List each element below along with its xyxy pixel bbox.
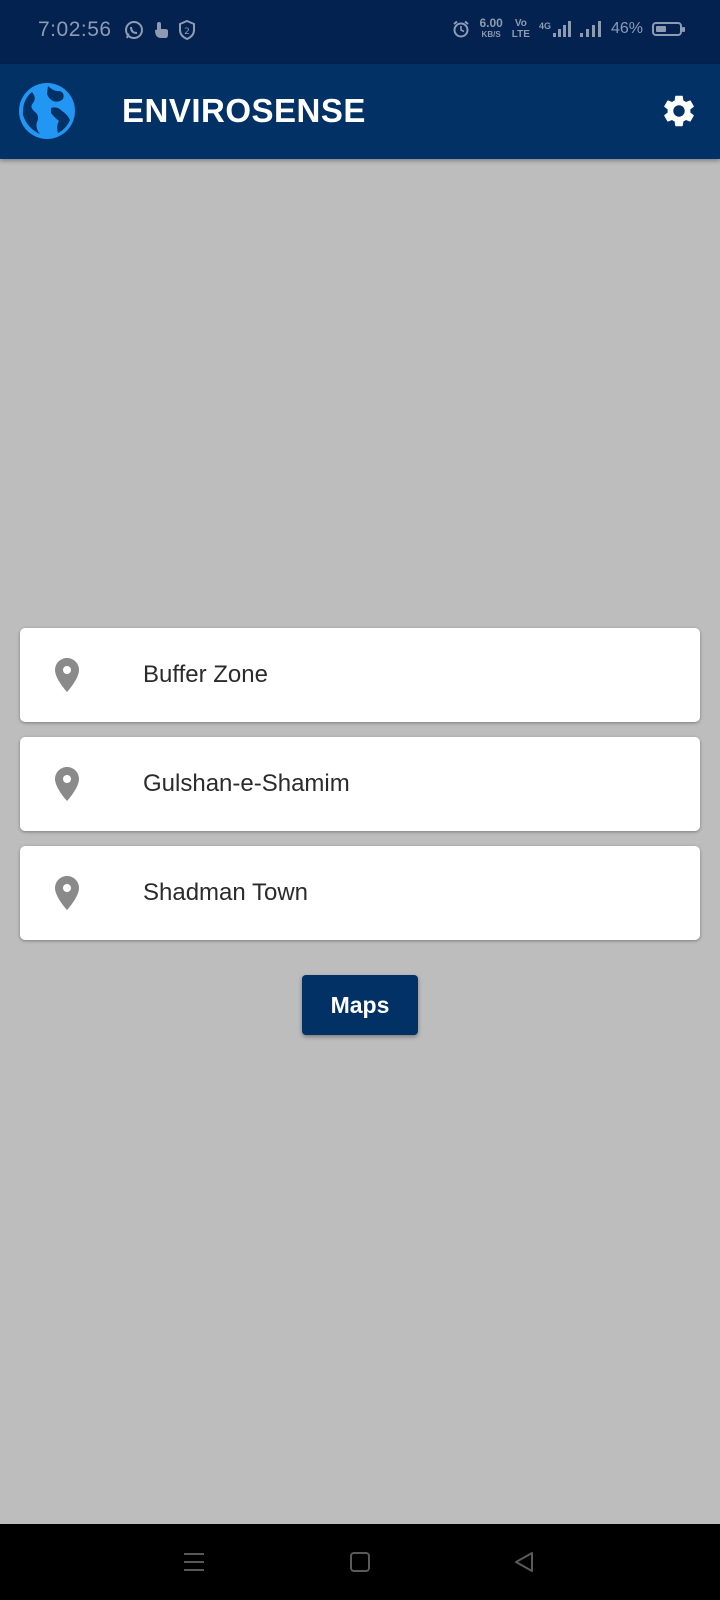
signal-icon	[579, 21, 601, 37]
map-pin-icon	[55, 767, 79, 801]
network-speed-value: 6.00	[479, 16, 503, 30]
whatsapp-icon	[125, 21, 143, 39]
shield-icon: 2	[179, 20, 195, 40]
menu-icon[interactable]	[180, 1548, 208, 1576]
status-left-icons: 2	[124, 20, 196, 40]
volte-bottom: LTE	[511, 29, 530, 40]
back-icon[interactable]	[510, 1548, 538, 1576]
svg-text:2: 2	[184, 27, 190, 37]
signal-icon	[552, 21, 571, 37]
alarm-icon	[453, 20, 470, 38]
network-type: 4G	[538, 21, 551, 31]
volte-indicator: Vo LTE	[512, 18, 530, 40]
location-label: Buffer Zone	[143, 661, 268, 688]
globe-icon	[19, 83, 75, 139]
location-label: Gulshan-e-Shamim	[143, 770, 350, 797]
signal-4g-group: 4G	[539, 21, 571, 37]
volte-top: Vo	[514, 18, 527, 29]
location-card-shadman-town[interactable]: Shadman Town	[20, 846, 700, 940]
location-card-buffer-zone[interactable]: Buffer Zone	[20, 628, 700, 722]
touch-icon	[155, 22, 168, 38]
gear-icon[interactable]	[660, 92, 698, 130]
network-speed: 6.00 KB/S	[479, 16, 503, 40]
system-nav-bar	[0, 1524, 720, 1600]
network-speed-unit: KB/S	[481, 30, 501, 39]
battery-icon	[652, 22, 685, 36]
location-label: Shadman Town	[143, 879, 308, 906]
map-pin-icon	[55, 658, 79, 692]
map-pin-icon	[55, 876, 79, 910]
location-list: Buffer Zone Gulshan-e-Shamim Shadman Tow…	[20, 628, 700, 955]
app-bar: ENVIROSENSE	[0, 64, 720, 159]
status-right-group: 6.00 KB/S Vo LTE 4G 46%	[452, 16, 685, 40]
battery-percent: 46%	[610, 20, 643, 37]
maps-button[interactable]: Maps	[302, 975, 418, 1035]
battery-fill	[656, 26, 666, 32]
location-card-gulshan-e-shamim[interactable]: Gulshan-e-Shamim	[20, 737, 700, 831]
home-icon[interactable]	[346, 1548, 374, 1576]
app-title: ENVIROSENSE	[122, 92, 366, 129]
status-time: 7:02:56	[38, 18, 112, 41]
status-bar: 7:02:56 2 6.00 KB/S Vo LTE 4G 46%	[0, 0, 720, 64]
